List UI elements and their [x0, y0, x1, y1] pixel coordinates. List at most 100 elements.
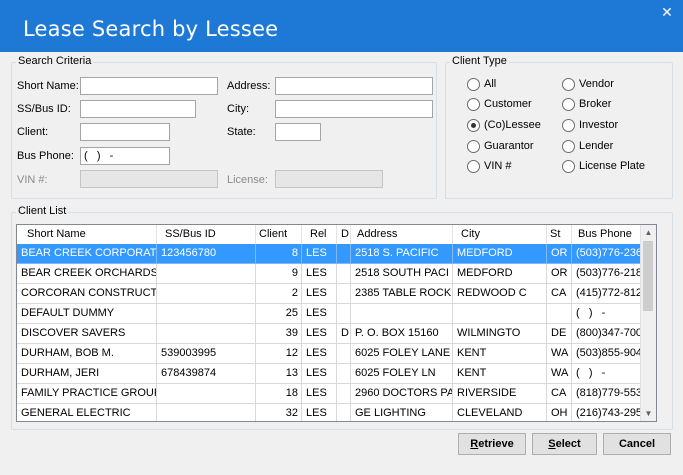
cell-st: OR: [547, 264, 572, 284]
cell-short-name: BEAR CREEK CORPORATI...: [17, 244, 157, 264]
radio-indicator: [562, 78, 575, 91]
cell-rel: LES: [302, 324, 337, 344]
client-list-legend: Client List: [16, 205, 69, 217]
cell-rel: LES: [302, 244, 337, 264]
cell-ssbus-id: [157, 304, 256, 324]
cell-short-name: DISCOVER SAVERS: [17, 324, 157, 344]
vin-input: [80, 170, 218, 188]
cell-d: [337, 284, 351, 304]
col-header-ssbus-id[interactable]: SS/Bus ID: [157, 225, 256, 244]
cell-bus-phone: (503)776-2362: [572, 244, 641, 264]
cell-bus-phone: (216)743-2956: [572, 404, 641, 421]
state-input[interactable]: [275, 123, 321, 141]
cell-address: 6025 FOLEY LANE: [351, 344, 453, 364]
retrieve-button[interactable]: Retrieve: [458, 433, 526, 455]
cancel-button[interactable]: Cancel: [603, 433, 671, 455]
short-name-input[interactable]: [80, 77, 218, 95]
cell-bus-phone: (503)776-2184: [572, 264, 641, 284]
col-header-d[interactable]: D: [337, 225, 351, 244]
cell-rel: LES: [302, 404, 337, 421]
scroll-down-icon[interactable]: ▼: [641, 406, 656, 421]
client-label: Client:: [17, 126, 49, 138]
radio-investor-label: Investor: [579, 119, 619, 131]
cell-short-name: DURHAM, BOB M.: [17, 344, 157, 364]
radio-indicator: [467, 78, 480, 91]
radio-indicator: [467, 160, 480, 173]
radio-indicator: [562, 160, 575, 173]
table-row[interactable]: FAMILY PRACTICE GROUP ... 18LES 2960 DOCTO…: [17, 384, 641, 404]
cell-city: [453, 304, 547, 324]
col-header-st[interactable]: St: [547, 225, 572, 244]
table-row[interactable]: CORCORAN CONSTRUCTI... 2 LES 2385 TABLE ROC…: [17, 284, 641, 304]
radio-colessee-label: (Co)Lessee: [484, 119, 541, 131]
table-row[interactable]: DURHAM, BOB M. 539003995 12 LES 6025 FOLEY L…: [17, 344, 641, 364]
col-header-client[interactable]: Client: [256, 225, 302, 244]
radio-indicator: [562, 119, 575, 132]
cell-ssbus-id: [157, 324, 256, 344]
cell-short-name: DEFAULT DUMMY: [17, 304, 157, 324]
client-type-legend: Client Type: [450, 55, 509, 67]
cell-client: 13: [256, 364, 302, 384]
title-bar: Lease Search by Lessee ✕: [0, 0, 683, 52]
close-icon[interactable]: ✕: [659, 5, 675, 21]
table-row[interactable]: DISCOVER SAVERS 39 LES D P. O. BOX 15160 WILM…: [17, 324, 641, 344]
col-header-rel[interactable]: Rel: [302, 225, 337, 244]
table-row[interactable]: BEAR CREEK ORCHARDS 9 LES 2518 SOUTH PACI ME…: [17, 264, 641, 284]
vin-label: VIN #:: [17, 174, 48, 186]
radio-vendor-label: Vendor: [579, 78, 614, 90]
cell-client: 12: [256, 344, 302, 364]
cell-address: 2518 SOUTH PACI: [351, 264, 453, 284]
radio-indicator: [467, 140, 480, 153]
select-hotkey: S: [548, 438, 556, 450]
cell-address: 2518 S. PACIFIC: [351, 244, 453, 264]
cell-ssbus-id: [157, 384, 256, 404]
state-label: State:: [227, 126, 256, 138]
ssbus-id-label: SS/Bus ID:: [17, 103, 71, 115]
cell-ssbus-id: 123456780: [157, 244, 256, 264]
table-row[interactable]: GENERAL ELECTRIC 32 LES GE LIGHTING CLEVELAN…: [17, 404, 641, 421]
table-row[interactable]: DEFAULT DUMMY 25 LES ( ) -: [17, 304, 641, 324]
cell-st: OH: [547, 404, 572, 421]
cell-rel: LES: [302, 284, 337, 304]
radio-indicator-selected: [467, 119, 480, 132]
cell-short-name: GENERAL ELECTRIC: [17, 404, 157, 421]
cell-address: [351, 304, 453, 324]
col-header-short-name[interactable]: Short Name: [17, 225, 157, 244]
radio-lender-label: Lender: [579, 140, 614, 152]
cell-city: CLEVELAND: [453, 404, 547, 421]
ssbus-id-input[interactable]: [80, 100, 196, 118]
cell-city: REDWOOD C: [453, 284, 547, 304]
client-input[interactable]: [80, 123, 170, 141]
client-list-grid[interactable]: Short Name SS/Bus ID Client Rel D Addres…: [16, 224, 657, 422]
cell-st: WA: [547, 364, 572, 384]
cell-rel: LES: [302, 344, 337, 364]
cell-d: [337, 264, 351, 284]
col-header-address[interactable]: Address: [351, 225, 453, 244]
vertical-scrollbar[interactable]: ▲ ▼: [640, 225, 656, 421]
col-header-bus-phone[interactable]: Bus Phone: [572, 225, 641, 244]
cell-rel: LES: [302, 384, 337, 404]
bus-phone-input[interactable]: ( ) -: [80, 147, 170, 165]
cell-bus-phone: (818)779-5531: [572, 384, 641, 404]
scroll-thumb[interactable]: [643, 241, 653, 311]
cell-short-name: CORCORAN CONSTRUCTI...: [17, 284, 157, 304]
short-name-label: Short Name:: [17, 80, 79, 92]
cell-rel: LES: [302, 364, 337, 384]
cell-d: [337, 384, 351, 404]
cell-client: 8: [256, 244, 302, 264]
scroll-up-icon[interactable]: ▲: [641, 225, 656, 240]
address-input[interactable]: [275, 77, 433, 95]
cell-ssbus-id: 539003995: [157, 344, 256, 364]
grid-header: Short Name SS/Bus ID Client Rel D Addres…: [17, 225, 641, 245]
table-row[interactable]: BEAR CREEK CORPORATI... 123456780 8 LES 2518…: [17, 244, 641, 264]
bus-phone-label: Bus Phone:: [17, 150, 74, 162]
cell-address: 6025 FOLEY LN: [351, 364, 453, 384]
cell-ssbus-id: [157, 284, 256, 304]
table-row[interactable]: DURHAM, JERI 678439874 13 LES 6025 FOLEY LN K…: [17, 364, 641, 384]
cell-client: 39: [256, 324, 302, 344]
cell-d: [337, 244, 351, 264]
city-input[interactable]: [275, 100, 433, 118]
col-header-city[interactable]: City: [453, 225, 547, 244]
cell-city: MEDFORD: [453, 244, 547, 264]
select-button[interactable]: Select: [532, 433, 597, 455]
